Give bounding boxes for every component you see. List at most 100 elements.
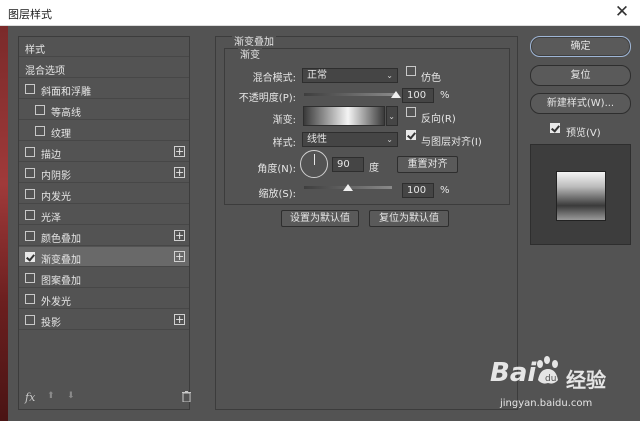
style-list-item[interactable]: 外发光 [19, 289, 189, 309]
styles-list-footer: fx ⬆ ⬇ [19, 387, 191, 409]
chevron-down-icon: ⌄ [388, 112, 395, 121]
style-item-label: 纹理 [51, 129, 71, 140]
style-item-label: 斜面和浮雕 [41, 87, 91, 98]
dither-checkbox[interactable] [406, 66, 416, 76]
watermark-brand: 经验 [566, 368, 606, 392]
add-effect-icon[interactable]: + [174, 230, 185, 241]
gradient-label: 渐变: [272, 115, 296, 126]
reverse-checkbox[interactable] [406, 107, 416, 117]
fx-icon[interactable]: fx [25, 391, 35, 404]
style-item-checkbox[interactable] [35, 126, 45, 136]
style-item-checkbox[interactable] [25, 189, 35, 199]
preview-label: 预览(V) [566, 128, 601, 139]
style-list-item[interactable]: 斜面和浮雕 [19, 79, 189, 99]
opacity-slider-track[interactable] [304, 93, 396, 96]
style-item-label: 内发光 [41, 192, 71, 203]
style-list-item[interactable]: 投影 + [19, 310, 189, 330]
style-label: 样式: [272, 138, 296, 149]
set-as-default-button[interactable]: 设置为默认值 [281, 210, 359, 227]
style-item-label: 颜色叠加 [41, 234, 81, 245]
move-up-icon[interactable]: ⬆ [47, 391, 55, 401]
blend-mode-label: 混合模式: [252, 73, 296, 84]
new-style-button[interactable]: 新建样式(W)... [530, 93, 631, 114]
angle-dial[interactable] [300, 150, 328, 178]
style-item-checkbox[interactable] [25, 210, 35, 220]
paw-icon: du [534, 356, 562, 389]
add-effect-icon[interactable]: + [174, 167, 185, 178]
style-value: 线性 [307, 134, 327, 145]
style-list-item[interactable]: 描边 + [19, 142, 189, 162]
style-list-item[interactable]: 光泽 [19, 205, 189, 225]
style-item-checkbox[interactable] [25, 147, 35, 157]
style-item-checkbox[interactable] [25, 315, 35, 325]
reverse-label: 反向(R) [421, 114, 456, 125]
add-effect-icon[interactable]: + [174, 314, 185, 325]
style-item-label: 样式 [25, 45, 45, 56]
align-with-layer-checkbox[interactable] [406, 130, 416, 140]
opacity-label: 不透明度(P): [238, 93, 296, 104]
style-item-checkbox[interactable] [25, 231, 35, 241]
scale-unit: % [440, 185, 450, 196]
style-list-item[interactable]: 等高线 [19, 100, 189, 120]
style-list-item[interactable]: 内发光 [19, 184, 189, 204]
dither-label: 仿色 [421, 73, 441, 84]
chevron-down-icon: ⌄ [386, 135, 393, 144]
reset-to-default-button[interactable]: 复位为默认值 [369, 210, 449, 227]
reset-alignment-button[interactable]: 重置对齐 [397, 156, 458, 173]
style-item-checkbox[interactable] [25, 273, 35, 283]
style-list-item[interactable]: 样式 [19, 37, 189, 57]
title-bar: 图层样式 ✕ [0, 0, 640, 26]
close-icon[interactable]: ✕ [612, 2, 632, 22]
scale-slider-thumb[interactable] [343, 184, 353, 191]
styles-list-panel: 样式混合选项斜面和浮雕等高线纹理描边 + 内阴影 + 内发光光泽颜色叠加 + 渐变叠加 + 图案… [18, 36, 191, 410]
opacity-slider-thumb[interactable] [391, 91, 401, 98]
preview-swatch [556, 171, 606, 221]
subsection-title: 渐变 [238, 46, 262, 61]
style-item-label: 渐变叠加 [41, 255, 81, 266]
style-item-label: 光泽 [41, 213, 61, 224]
style-item-label: 等高线 [51, 108, 81, 119]
move-down-icon[interactable]: ⬇ [67, 391, 75, 401]
style-list-item[interactable]: 纹理 [19, 121, 189, 141]
style-item-label: 投影 [41, 318, 61, 329]
add-effect-icon[interactable]: + [174, 146, 185, 157]
blend-mode-select[interactable]: 正常 ⌄ [302, 68, 398, 83]
ok-button[interactable]: 确定 [530, 36, 631, 57]
style-item-checkbox[interactable] [25, 294, 35, 304]
style-item-label: 图案叠加 [41, 276, 81, 287]
watermark-url: jingyan.baidu.com [500, 398, 593, 409]
style-item-label: 描边 [41, 150, 61, 161]
style-list-item[interactable]: 内阴影 + [19, 163, 189, 183]
angle-unit: 度 [369, 163, 379, 174]
watermark-text: Bai [490, 358, 537, 388]
gradient-dropdown[interactable]: ⌄ [386, 106, 398, 126]
style-item-checkbox[interactable] [25, 168, 35, 178]
scale-input[interactable]: 100 [402, 183, 434, 198]
style-item-checkbox[interactable] [25, 252, 35, 262]
style-list-item[interactable]: 图案叠加 [19, 268, 189, 288]
opacity-input[interactable]: 100 [402, 88, 434, 103]
style-select[interactable]: 线性 ⌄ [302, 132, 398, 147]
reset-button[interactable]: 复位 [530, 65, 631, 86]
angle-needle [314, 154, 315, 165]
scale-label: 缩放(S): [258, 189, 296, 200]
chevron-down-icon: ⌄ [386, 71, 393, 80]
svg-text:du: du [545, 374, 556, 384]
style-list-item[interactable]: 渐变叠加 + [19, 247, 189, 267]
style-list-item[interactable]: 混合选项 [19, 58, 189, 78]
background-window-strip [0, 26, 8, 421]
align-with-layer-label: 与图层对齐(I) [421, 137, 482, 148]
gradient-picker[interactable] [303, 106, 385, 126]
style-item-label: 外发光 [41, 297, 71, 308]
style-item-checkbox[interactable] [25, 84, 35, 94]
angle-input[interactable]: 90 [332, 157, 364, 172]
opacity-unit: % [440, 90, 450, 101]
angle-label: 角度(N): [257, 164, 296, 175]
add-effect-icon[interactable]: + [174, 251, 185, 262]
style-list-item[interactable]: 颜色叠加 + [19, 226, 189, 246]
style-item-label: 混合选项 [25, 66, 65, 77]
style-item-label: 内阴影 [41, 171, 71, 182]
preview-checkbox[interactable] [550, 123, 560, 133]
style-item-checkbox[interactable] [35, 105, 45, 115]
trash-icon[interactable] [182, 391, 191, 405]
